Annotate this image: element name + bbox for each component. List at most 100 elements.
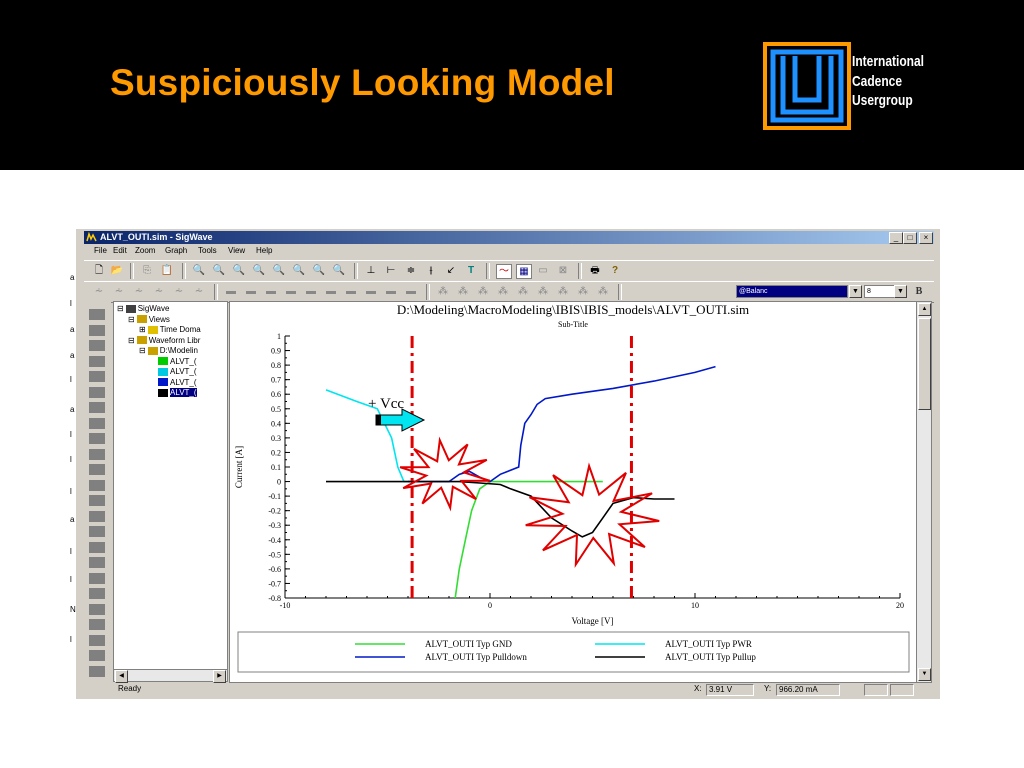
- zoom-x-icon[interactable]: 🔍: [232, 264, 246, 277]
- view-grid-icon[interactable]: [89, 417, 105, 429]
- zoom-out-icon[interactable]: 🔍: [252, 264, 266, 277]
- open-folder-icon[interactable]: 📂: [110, 264, 124, 277]
- view-grid-icon[interactable]: [89, 572, 105, 584]
- tree-item[interactable]: ALVT_(: [150, 367, 197, 377]
- tree-expander-icon[interactable]: ⊞: [139, 325, 146, 334]
- view-grid-icon[interactable]: [89, 541, 105, 553]
- scroll-up-icon[interactable]: ▲: [918, 303, 931, 316]
- menu-tools[interactable]: Tools: [198, 246, 217, 255]
- tree-item[interactable]: ⊟ Views: [128, 315, 170, 325]
- view-grid-icon[interactable]: [89, 309, 105, 320]
- iv-chart[interactable]: D:\Modeling\MacroModeling\IBIS\IBIS_mode…: [230, 302, 917, 682]
- scroll-left-icon[interactable]: ◀: [115, 670, 128, 683]
- marker-bottom-icon[interactable]: ⊥: [364, 264, 378, 277]
- point-style-icon[interactable]: ⁂: [576, 285, 590, 298]
- font-select[interactable]: @Balanc: [736, 285, 848, 298]
- point-style-icon[interactable]: ⁂: [436, 285, 450, 298]
- line-style-icon[interactable]: ⩪: [92, 285, 106, 298]
- view-grid-icon[interactable]: [89, 324, 105, 336]
- menu-zoom[interactable]: Zoom: [135, 246, 155, 255]
- point-style-icon[interactable]: ⁂: [496, 285, 510, 298]
- tree-horizontal-scrollbar[interactable]: ◀ ▶: [113, 669, 228, 683]
- marker-left-icon[interactable]: ⊢: [384, 264, 398, 277]
- legend-style-icon[interactable]: ▬: [224, 285, 238, 298]
- point-style-icon[interactable]: ⁂: [596, 285, 610, 298]
- legend-style-icon[interactable]: ▬: [404, 285, 418, 298]
- close-button[interactable]: ×: [919, 232, 933, 244]
- view-grid-icon[interactable]: [89, 386, 105, 398]
- scroll-down-icon[interactable]: ▼: [918, 668, 931, 681]
- tree-expander-icon[interactable]: ⊟: [128, 336, 135, 345]
- font-size-select[interactable]: 8: [864, 285, 896, 298]
- view-grid-icon[interactable]: [89, 402, 105, 413]
- bold-button[interactable]: B: [912, 285, 926, 298]
- legend-style-icon[interactable]: ▬: [244, 285, 258, 298]
- font-select-arrow-icon[interactable]: ▼: [849, 285, 862, 298]
- help-icon[interactable]: ?: [608, 264, 622, 277]
- point-style-icon[interactable]: ⁂: [456, 285, 470, 298]
- zoom-y-icon[interactable]: 🔍: [272, 264, 286, 277]
- scroll-thumb[interactable]: [918, 318, 931, 410]
- view-grid-icon[interactable]: [89, 634, 105, 646]
- marker-vertical-icon[interactable]: ⫲: [424, 264, 438, 277]
- line-style-icon[interactable]: ⩪: [172, 285, 186, 298]
- legend-style-icon[interactable]: ▬: [304, 285, 318, 298]
- menu-graph[interactable]: Graph: [165, 246, 187, 255]
- menu-view[interactable]: View: [228, 246, 245, 255]
- view-grid-icon[interactable]: [89, 510, 105, 522]
- zoom-reset-icon[interactable]: 🔍: [332, 264, 346, 277]
- window-titlebar[interactable]: ALVT_OUTI.sim - SigWave _ □ ×: [84, 231, 934, 244]
- table-view-icon[interactable]: ▦: [516, 264, 532, 279]
- paste-icon[interactable]: 📋: [160, 264, 174, 277]
- point-style-icon[interactable]: ⁂: [476, 285, 490, 298]
- tree-item[interactable]: ALVT_(: [150, 357, 197, 367]
- arrow-annotation-icon[interactable]: ↙: [444, 264, 458, 277]
- tree-item[interactable]: ALVT_(: [150, 388, 197, 398]
- zoom-area-icon[interactable]: 🔍: [292, 264, 306, 277]
- legend-style-icon[interactable]: ▬: [344, 285, 358, 298]
- new-file-icon[interactable]: 🗋: [92, 264, 106, 277]
- point-style-icon[interactable]: ⁂: [516, 285, 530, 298]
- tree-expander-icon[interactable]: ⊟: [139, 346, 146, 355]
- view-grid-icon[interactable]: [89, 371, 105, 382]
- marker-horizontal-icon[interactable]: ≑: [404, 264, 418, 277]
- line-style-icon[interactable]: ⩪: [152, 285, 166, 298]
- point-style-icon[interactable]: ⁂: [556, 285, 570, 298]
- view-grid-icon[interactable]: [89, 650, 105, 661]
- view-grid-icon[interactable]: [89, 619, 105, 630]
- print-icon[interactable]: 🖶: [588, 264, 602, 277]
- view-grid-icon[interactable]: [89, 464, 105, 475]
- view-grid-icon[interactable]: [89, 355, 105, 367]
- line-style-icon[interactable]: ⩪: [112, 285, 126, 298]
- waveform-view-icon[interactable]: 〜: [496, 264, 512, 279]
- tree-item[interactable]: ⊟ D:\Modelin: [139, 346, 198, 356]
- view-grid-icon[interactable]: [89, 588, 105, 599]
- legend-style-icon[interactable]: ▬: [284, 285, 298, 298]
- menu-help[interactable]: Help: [256, 246, 272, 255]
- view-grid-icon[interactable]: [89, 495, 105, 506]
- view-grid-icon[interactable]: [89, 526, 105, 537]
- tree-expander-icon[interactable]: ⊟: [117, 304, 124, 313]
- legend-style-icon[interactable]: ▬: [264, 285, 278, 298]
- tree-item[interactable]: ALVT_(: [150, 378, 197, 388]
- line-style-icon[interactable]: ⩪: [132, 285, 146, 298]
- tree-item[interactable]: ⊟ Waveform Libr: [128, 336, 200, 346]
- font-size-arrow-icon[interactable]: ▼: [894, 285, 907, 298]
- menu-file[interactable]: File: [94, 246, 107, 255]
- copy-icon[interactable]: ⎘: [140, 264, 154, 277]
- tree-item[interactable]: ⊞ Time Doma: [139, 325, 201, 335]
- zoom-in-icon[interactable]: 🔍: [212, 264, 226, 277]
- text-annotation-icon[interactable]: T: [464, 264, 478, 277]
- minimize-button[interactable]: _: [889, 232, 903, 244]
- view-grid-icon[interactable]: [89, 557, 105, 568]
- plot-vertical-scrollbar[interactable]: ▲ ▼: [916, 301, 932, 683]
- point-style-icon[interactable]: ⁂: [536, 285, 550, 298]
- zoom-custom-icon[interactable]: 🔍: [312, 264, 326, 277]
- tree-item[interactable]: ⊟ SigWave: [117, 304, 169, 314]
- view-grid-icon[interactable]: [89, 665, 105, 677]
- view-grid-icon[interactable]: [89, 340, 105, 351]
- legend-style-icon[interactable]: ▬: [384, 285, 398, 298]
- line-style-icon[interactable]: ⩪: [192, 285, 206, 298]
- grid-view-icon[interactable]: ⊠: [556, 264, 570, 277]
- view-grid-icon[interactable]: [89, 603, 105, 615]
